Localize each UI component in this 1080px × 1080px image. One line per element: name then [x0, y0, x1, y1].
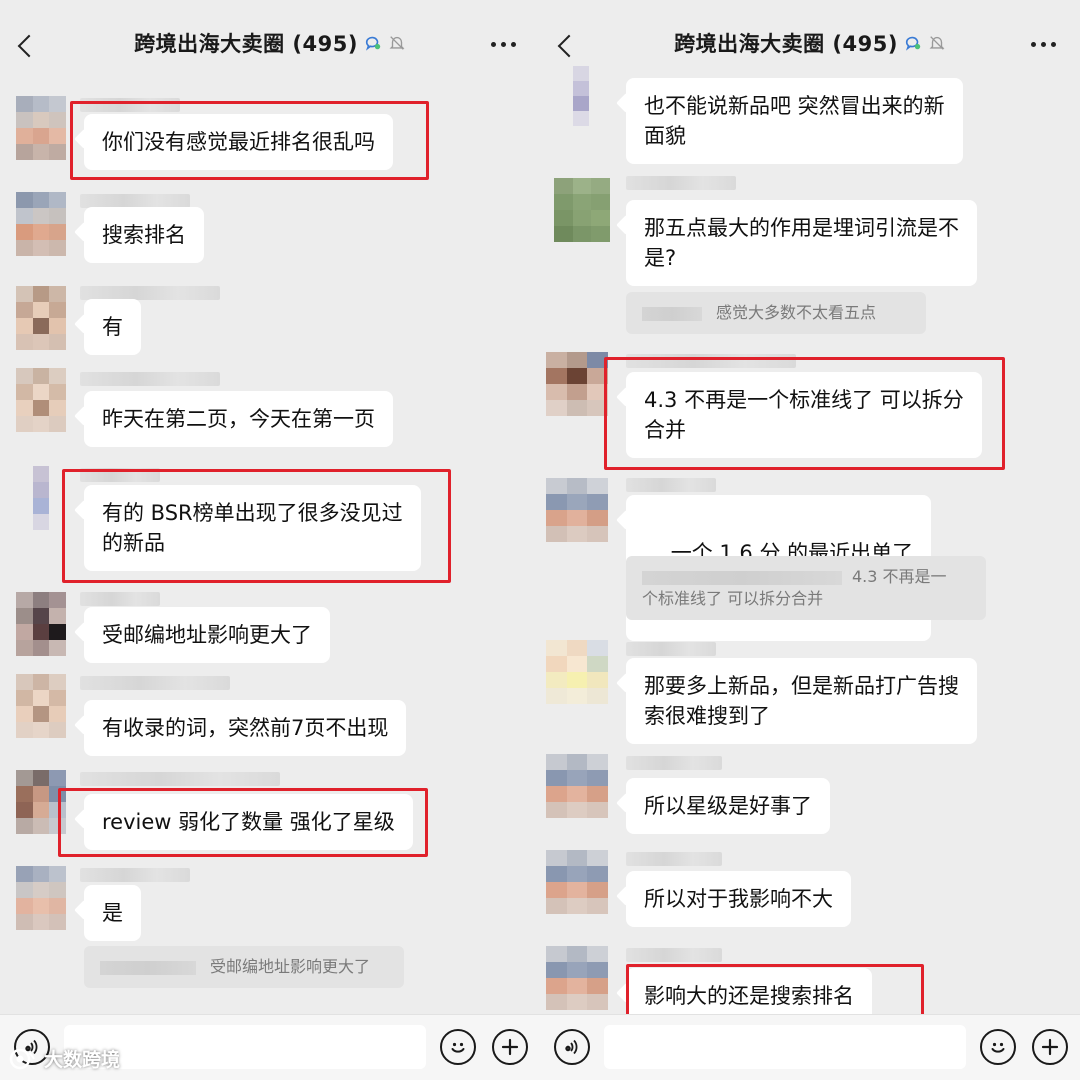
sender-name [626, 852, 722, 866]
quoted-sender-name [642, 306, 702, 321]
message-bubble[interactable]: 也不能说新品吧 突然冒出来的新 面貌 [626, 78, 963, 164]
avatar[interactable] [16, 466, 66, 530]
message-bubble[interactable]: 有收录的词，突然前7页不出现 [84, 700, 407, 756]
more-options-button[interactable] [488, 34, 518, 54]
message-bubble[interactable]: 有的 BSR榜单出现了很多没见过 的新品 [84, 485, 421, 571]
mute-bell-icon [389, 36, 405, 50]
message-bubble[interactable]: 4.3 不再是一个标准线了 可以拆分 合并 [626, 372, 982, 458]
quoted-text: 受邮编地址影响更大了 [210, 957, 371, 976]
more-options-button[interactable] [1028, 34, 1058, 54]
sender-name [626, 176, 736, 190]
chat-panel-right: 跨境出海大卖圈 (495) 也不能说新品吧 突然冒出来的新 面貌 那五点最大的作… [540, 0, 1080, 1080]
sender-name [626, 478, 716, 492]
message-bubble[interactable]: 受邮编地址影响更大了 [84, 607, 330, 663]
quoted-sender-name [642, 570, 842, 585]
sender-name [626, 756, 722, 770]
avatar[interactable] [16, 592, 66, 656]
sender-name [80, 194, 190, 208]
plus-icon [501, 1038, 519, 1056]
avatar[interactable] [546, 946, 608, 1010]
message-bubble[interactable]: 你们没有感觉最近排名很乱吗 [84, 114, 393, 170]
message-bubble[interactable]: 那五点最大的作用是埋词引流是不 是? [626, 200, 977, 286]
sender-name [80, 772, 280, 786]
watermark: 大数跨境 [8, 1045, 120, 1072]
chat-panel-left: 跨境出海大卖圈 (495) 你们没有感觉最近排名很乱吗 搜索排名 有 昨天在第二… [0, 0, 540, 1080]
chat-header: 跨境出海大卖圈 (495) [0, 0, 540, 76]
message-bubble[interactable]: 那要多上新品，但是新品打广告搜 索很难搜到了 [626, 658, 977, 744]
avatar[interactable] [546, 478, 608, 542]
watermark-text: 大数跨境 [44, 1049, 121, 1071]
group-chat-icon [905, 36, 921, 51]
avatar[interactable] [16, 674, 66, 738]
emoji-button[interactable] [980, 1029, 1016, 1065]
watermark-logo-icon [9, 1048, 35, 1069]
quoted-message[interactable]: 受邮编地址影响更大了 [84, 946, 404, 988]
message-bubble[interactable]: 有 [84, 299, 141, 355]
message-bubble[interactable]: 搜索排名 [84, 207, 204, 263]
message-bubble[interactable]: 所以星级是好事了 [626, 778, 830, 834]
emoji-icon [991, 1042, 1005, 1053]
sender-name [626, 642, 716, 656]
avatar[interactable] [16, 866, 66, 930]
quoted-text-line1: 4.3 不再是一 [852, 567, 947, 586]
avatar[interactable] [554, 178, 610, 242]
avatar[interactable] [546, 850, 608, 914]
message-bubble[interactable]: 昨天在第二页，今天在第一页 [84, 391, 393, 447]
quoted-text-line2: 个标准线了 可以拆分合并 [642, 589, 824, 608]
chat-title-wrap: 跨境出海大卖圈 (495) [0, 28, 540, 58]
mute-bell-icon [929, 36, 945, 50]
sender-name [80, 98, 180, 112]
sender-name [80, 468, 160, 482]
chat-title-wrap: 跨境出海大卖圈 (495) [540, 28, 1080, 58]
emoji-button[interactable] [440, 1029, 476, 1065]
sender-name [80, 592, 160, 606]
message-bubble[interactable]: 所以对于我影响不大 [626, 871, 851, 927]
sender-name [80, 868, 190, 882]
emoji-icon [451, 1042, 465, 1053]
avatar[interactable] [546, 640, 608, 704]
avatar[interactable] [16, 96, 66, 160]
input-bar [540, 1014, 1080, 1080]
plus-icon [1041, 1038, 1059, 1056]
sender-name [626, 948, 722, 962]
quoted-text: 感觉大多数不太看五点 [716, 303, 877, 322]
sender-name [626, 354, 796, 368]
add-button[interactable] [492, 1029, 528, 1065]
chat-header: 跨境出海大卖圈 (495) [540, 0, 1080, 76]
avatar[interactable] [16, 770, 66, 834]
avatar[interactable] [16, 286, 66, 350]
message-bubble[interactable]: review 弱化了数量 强化了星级 [84, 794, 413, 850]
sender-name [80, 372, 220, 386]
group-chat-icon [365, 36, 381, 51]
sender-name [80, 676, 230, 690]
quoted-message[interactable]: 4.3 不再是一 个标准线了 可以拆分合并 [626, 556, 986, 620]
avatar[interactable] [546, 352, 608, 416]
message-input[interactable] [604, 1025, 966, 1069]
quoted-message[interactable]: 感觉大多数不太看五点 [626, 292, 926, 334]
voice-icon [565, 1039, 578, 1055]
avatar[interactable] [546, 754, 608, 818]
avatar[interactable] [16, 192, 66, 256]
add-button[interactable] [1032, 1029, 1068, 1065]
avatar[interactable] [16, 368, 66, 432]
chat-title: 跨境出海大卖圈 (495) [134, 32, 358, 56]
sender-name [80, 286, 220, 300]
avatar[interactable] [556, 66, 606, 126]
message-bubble[interactable]: 是 [84, 885, 141, 941]
quoted-sender-name [100, 960, 196, 975]
voice-button[interactable] [554, 1029, 590, 1065]
chat-title: 跨境出海大卖圈 (495) [674, 32, 898, 56]
